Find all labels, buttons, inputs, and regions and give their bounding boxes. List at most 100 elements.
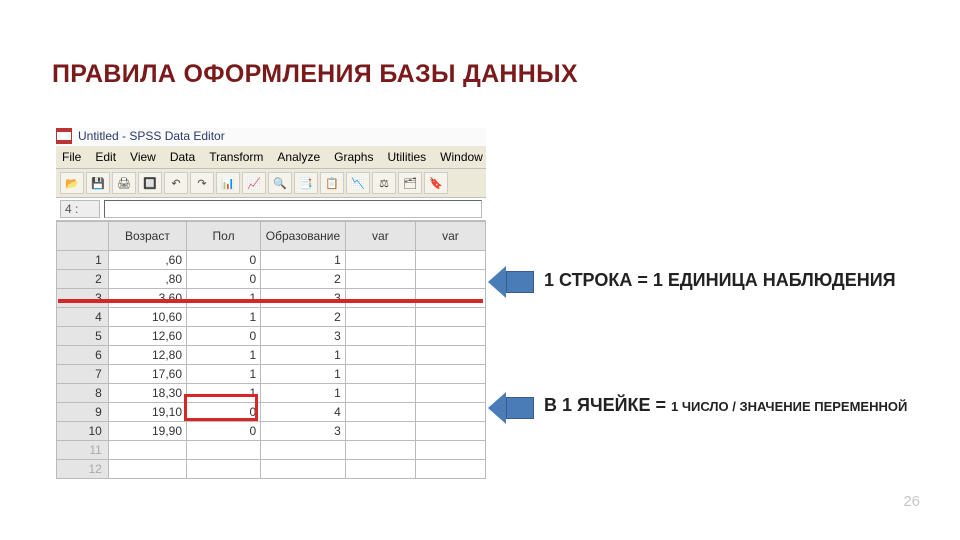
cell[interactable] (345, 327, 415, 346)
row-header[interactable]: 10 (57, 422, 109, 441)
cell[interactable]: 0 (187, 251, 261, 270)
cell[interactable]: 19,10 (108, 403, 186, 422)
col-header-var2[interactable]: var (415, 222, 485, 251)
weight-icon[interactable]: ⚖ (372, 172, 396, 194)
cell[interactable]: 0 (187, 327, 261, 346)
select-icon[interactable]: 🗂 (398, 172, 422, 194)
cell[interactable] (345, 270, 415, 289)
cell[interactable]: 2 (261, 308, 346, 327)
cell[interactable]: 3,60 (108, 289, 186, 308)
row-header[interactable]: 1 (57, 251, 109, 270)
cell[interactable] (415, 365, 485, 384)
cell[interactable]: ,60 (108, 251, 186, 270)
cell[interactable] (345, 365, 415, 384)
row-header[interactable]: 2 (57, 270, 109, 289)
goto-icon[interactable]: 📈 (242, 172, 266, 194)
cell[interactable] (415, 251, 485, 270)
cell[interactable] (108, 460, 186, 479)
row-header[interactable]: 4 (57, 308, 109, 327)
cell[interactable]: 0 (187, 270, 261, 289)
cell[interactable] (415, 384, 485, 403)
cell[interactable]: 1 (187, 365, 261, 384)
cell[interactable] (345, 346, 415, 365)
menu-window[interactable]: Window (440, 150, 483, 164)
undo-icon[interactable]: ↶ (164, 172, 188, 194)
cell[interactable] (345, 308, 415, 327)
cell[interactable]: 1 (187, 289, 261, 308)
chart-icon[interactable]: 📊 (216, 172, 240, 194)
cell[interactable]: 10,60 (108, 308, 186, 327)
menu-graphs[interactable]: Graphs (334, 150, 373, 164)
save-icon[interactable]: 💾 (86, 172, 110, 194)
cell[interactable]: ,80 (108, 270, 186, 289)
row-header[interactable]: 5 (57, 327, 109, 346)
cell[interactable]: 1 (261, 251, 346, 270)
cell[interactable]: 1 (261, 346, 346, 365)
find-icon[interactable]: 🔍 (268, 172, 292, 194)
cell[interactable] (415, 460, 485, 479)
cell[interactable]: 18,30 (108, 384, 186, 403)
cell[interactable] (415, 346, 485, 365)
row-header[interactable]: 3 (57, 289, 109, 308)
cell[interactable] (415, 422, 485, 441)
cell[interactable] (415, 327, 485, 346)
redo-icon[interactable]: ↷ (190, 172, 214, 194)
insert-var-icon[interactable]: 📋 (320, 172, 344, 194)
col-header-pol[interactable]: Пол (187, 222, 261, 251)
cell[interactable] (415, 308, 485, 327)
menu-file[interactable]: File (62, 150, 81, 164)
cell[interactable] (345, 460, 415, 479)
cell[interactable] (345, 422, 415, 441)
row-header[interactable]: 6 (57, 346, 109, 365)
dialog-icon[interactable]: 🔲 (138, 172, 162, 194)
cell[interactable] (261, 460, 346, 479)
row-header[interactable]: 12 (57, 460, 109, 479)
insert-case-icon[interactable]: 📑 (294, 172, 318, 194)
cell[interactable] (345, 289, 415, 308)
cell[interactable] (415, 403, 485, 422)
cell[interactable]: 3 (261, 289, 346, 308)
cell[interactable] (345, 403, 415, 422)
cell[interactable]: 3 (261, 327, 346, 346)
menu-edit[interactable]: Edit (95, 150, 116, 164)
cell[interactable]: 1 (187, 346, 261, 365)
cell[interactable] (345, 441, 415, 460)
cell[interactable]: 17,60 (108, 365, 186, 384)
cell[interactable] (187, 460, 261, 479)
cell[interactable] (261, 441, 346, 460)
cell[interactable]: 1 (261, 384, 346, 403)
cell[interactable]: 2 (261, 270, 346, 289)
row-header[interactable]: 9 (57, 403, 109, 422)
col-header-edu[interactable]: Образование (261, 222, 346, 251)
cell[interactable]: 1 (261, 365, 346, 384)
cell[interactable] (415, 289, 485, 308)
row-header[interactable]: 8 (57, 384, 109, 403)
menu-data[interactable]: Data (170, 150, 195, 164)
cell[interactable] (108, 441, 186, 460)
row-header[interactable]: 11 (57, 441, 109, 460)
col-header-age[interactable]: Возраст (108, 222, 186, 251)
menu-transform[interactable]: Transform (209, 150, 263, 164)
menu-analyze[interactable]: Analyze (277, 150, 320, 164)
cell[interactable]: 4 (261, 403, 346, 422)
col-header-var1[interactable]: var (345, 222, 415, 251)
cell[interactable]: 12,80 (108, 346, 186, 365)
cell[interactable]: 0 (187, 422, 261, 441)
cell-value-input[interactable] (104, 200, 482, 218)
menu-view[interactable]: View (130, 150, 156, 164)
cell[interactable]: 1 (187, 308, 261, 327)
cell[interactable]: 3 (261, 422, 346, 441)
row-header[interactable]: 7 (57, 365, 109, 384)
cell[interactable] (187, 441, 261, 460)
label-icon[interactable]: 🔖 (424, 172, 448, 194)
menu-utilities[interactable]: Utilities (387, 150, 426, 164)
cell[interactable] (415, 441, 485, 460)
cell[interactable] (415, 270, 485, 289)
cell[interactable]: 19,90 (108, 422, 186, 441)
cell[interactable]: 12,60 (108, 327, 186, 346)
print-icon[interactable]: 🖨 (112, 172, 136, 194)
open-icon[interactable]: 📂 (60, 172, 84, 194)
cell[interactable] (345, 384, 415, 403)
split-icon[interactable]: 📉 (346, 172, 370, 194)
cell[interactable] (345, 251, 415, 270)
